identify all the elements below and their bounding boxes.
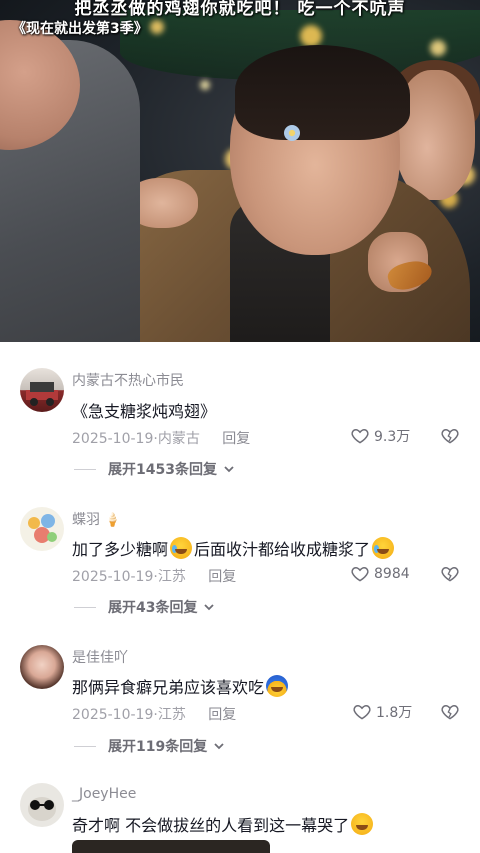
heart-icon [353,704,371,720]
comment-username[interactable]: _JoeyHee [72,786,136,802]
comment-username[interactable]: 内蒙古不热心市民 [72,370,184,390]
chevron-down-icon [214,743,224,750]
bokeh-light [430,40,446,56]
chevron-down-icon [224,466,234,473]
expand-replies-button[interactable]: 展开43条回复 [74,597,215,617]
divider [74,745,96,747]
comment-date: 2025-10-19 [72,569,154,585]
avatar[interactable] [20,507,64,551]
avatar[interactable] [20,783,64,827]
comment-text: 那俩异食癖兄弟应该喜欢吃 [72,674,290,698]
avatar-image [28,514,57,543]
comment-text: 《急支糖浆炖鸡翅》 [72,402,217,421]
comment-text-part: 那俩异食癖兄弟应该喜欢吃 [72,678,265,697]
avatar[interactable] [20,645,64,689]
avatar-image [28,797,56,821]
reply-button[interactable]: 回复 [222,428,250,448]
show-title: 《现在就出发第3季》 [12,21,148,37]
comment-text-part: 后面收汁都给收成糖浆了 [194,540,371,559]
broken-heart-icon[interactable] [440,426,460,446]
cold-sweat-emoji-icon [266,675,289,697]
foreground-person-head [0,20,80,150]
avatar-image [26,382,58,406]
like-count: 8984 [374,566,410,582]
divider [74,606,96,608]
comment-location: 内蒙古 [157,431,200,447]
video-caption: 把丞丞做的鸡翅你就吃吧！ 吃一个不吭声 [74,0,406,19]
crying-emoji-icon [372,537,395,559]
comment-date: 2025-10-19 [72,707,154,723]
comment-text-part: 奇才啊 不会做拔丝的人看到这一幕哭了 [72,816,350,835]
username-text: 蝶羽 [72,512,100,528]
broken-heart-icon[interactable] [440,564,460,584]
divider [74,468,96,470]
bokeh-light [200,80,210,90]
bokeh-light [300,25,322,47]
ice-cream-icon: 🍦 [104,513,121,528]
crying-emoji-icon [170,537,193,559]
expand-replies-label: 展开119条回复 [108,739,208,755]
comment-username[interactable]: 蝶羽 🍦 [72,509,121,529]
expand-replies-button[interactable]: 展开1453条回复 [74,459,235,479]
expand-replies-label: 展开1453条回复 [108,462,217,478]
broken-heart-icon[interactable] [440,702,460,722]
comment-image-preview[interactable] [72,840,270,853]
chevron-down-icon [204,604,215,611]
reply-button[interactable]: 回复 [208,704,236,724]
avatar[interactable] [20,368,64,412]
comment-meta: 2025-10-19·江苏 回复 [72,566,236,586]
comment-location: 江苏 [157,569,186,585]
expand-replies-button[interactable]: 展开119条回复 [74,736,225,756]
hair-flower [284,125,300,141]
heart-icon [351,566,369,582]
main-person-hair [235,45,410,140]
foreground-person [0,20,140,342]
comment-username[interactable]: 是佳佳吖 [72,647,128,667]
comment-meta: 2025-10-19·江苏 回复 [72,704,236,724]
pleading-emoji-icon [351,813,374,835]
like-count: 1.8万 [376,705,413,721]
bokeh-light [150,20,164,34]
comment-text-part: 加了多少糖啊 [72,540,169,559]
reply-button[interactable]: 回复 [208,566,236,586]
comment-text: 奇才啊 不会做拔丝的人看到这一幕哭了 [72,812,375,836]
like-button[interactable]: 9.3万 [350,426,410,446]
like-button[interactable]: 8984 [350,564,410,584]
comment-location: 江苏 [157,707,186,723]
like-count: 9.3万 [374,429,411,445]
comment-meta: 2025-10-19·内蒙古 回复 [72,428,250,448]
comment-date: 2025-10-19 [72,431,154,447]
video-player[interactable]: 把丞丞做的鸡翅你就吃吧！ 吃一个不吭声 《现在就出发第3季》 [0,0,480,342]
like-button[interactable]: 1.8万 [352,702,412,722]
comment-text: 加了多少糖啊 后面收汁都给收成糖浆了 [72,536,396,560]
heart-icon [351,428,369,444]
expand-replies-label: 展开43条回复 [108,600,198,616]
